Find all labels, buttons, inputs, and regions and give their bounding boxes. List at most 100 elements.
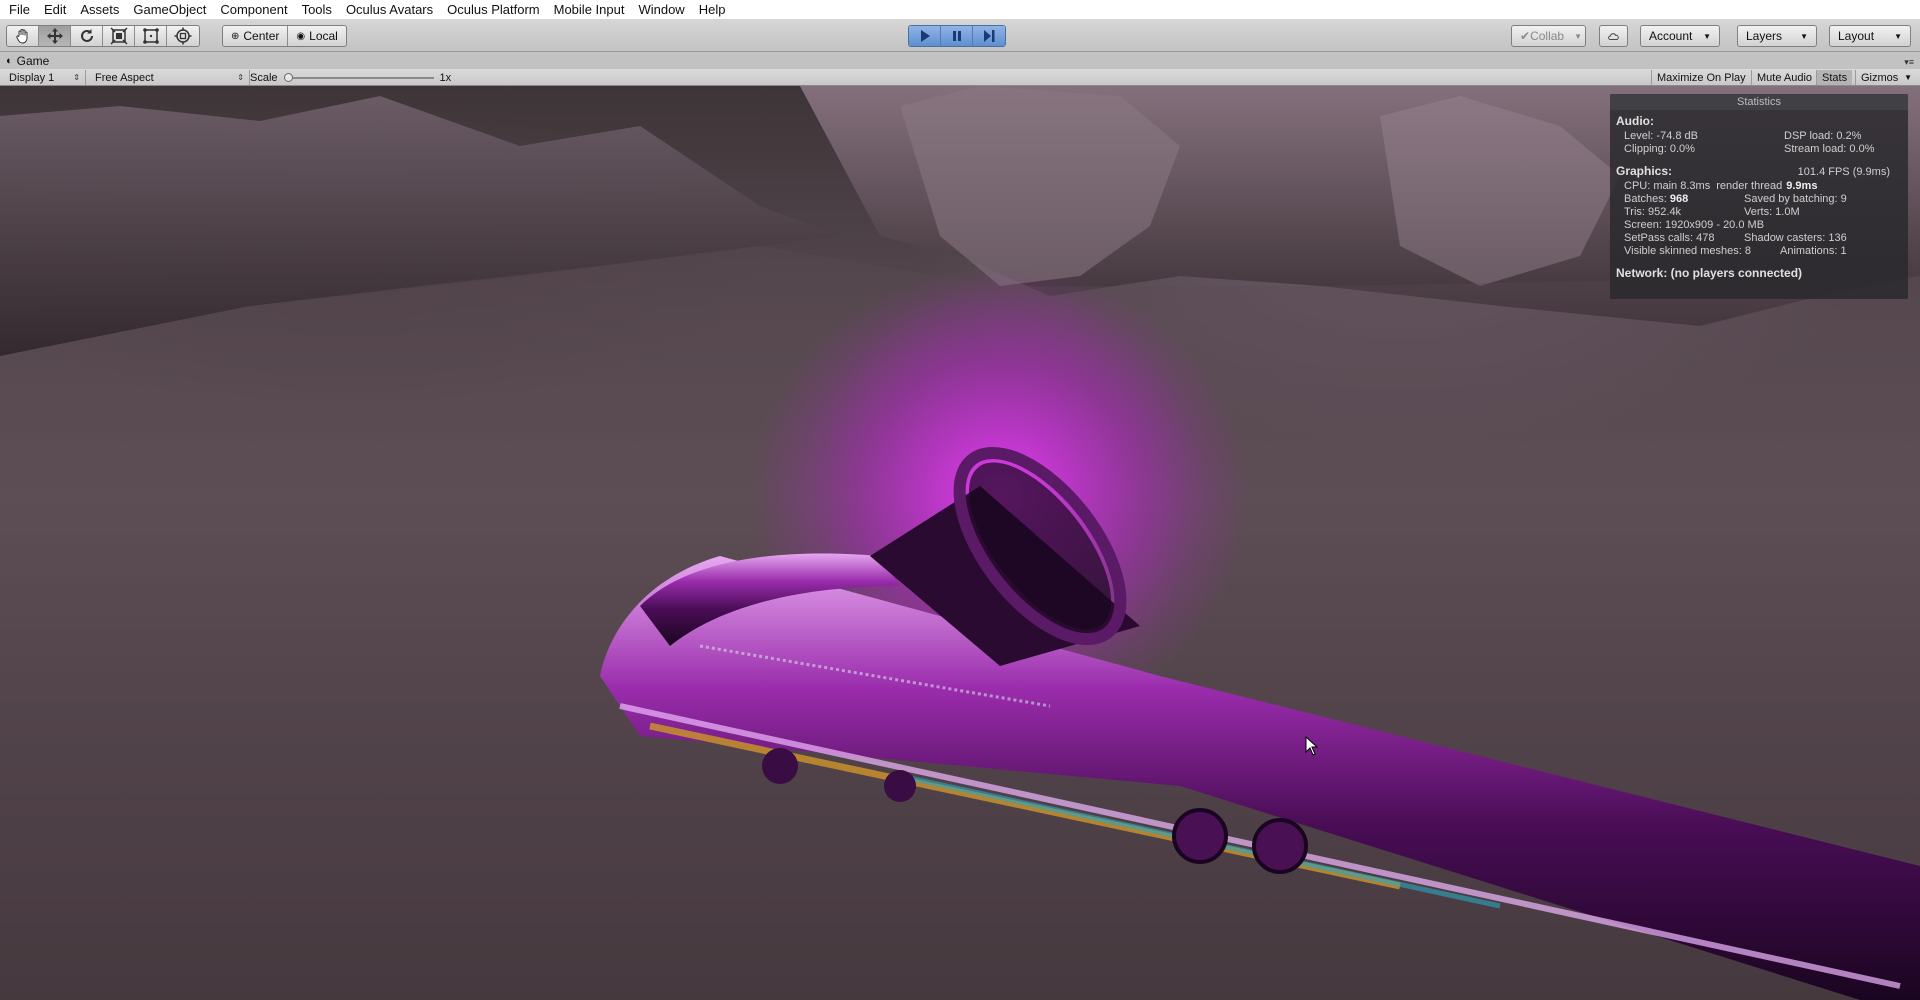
layout-label: Layout: [1838, 29, 1875, 43]
chevron-down-icon: ▼: [1703, 31, 1711, 41]
scale-slider-thumb[interactable]: [283, 72, 293, 82]
play-button[interactable]: [909, 26, 941, 46]
display-label: Display 1: [9, 71, 55, 84]
collab-button[interactable]: ✔ Collab ▼: [1511, 25, 1586, 47]
pivot-toggles: ⊕ Center ◉ Local: [222, 25, 347, 47]
step-icon: [984, 30, 995, 42]
transform-tools: [6, 25, 200, 47]
layers-label: Layers: [1746, 29, 1783, 43]
scale-slider[interactable]: [283, 72, 434, 82]
cpu-main: CPU: main 8.3ms: [1624, 180, 1711, 192]
layout-dropdown[interactable]: Layout ▼: [1829, 25, 1911, 47]
scale-label: Scale: [250, 71, 278, 84]
chevron-updown-icon: ⇕: [73, 73, 80, 82]
chevron-down-icon: ▼: [1894, 31, 1902, 41]
pivot-local-icon: ◉: [296, 30, 306, 42]
pivot-center-label: Center: [243, 29, 280, 43]
menu-item-oculus-platform[interactable]: Oculus Platform: [440, 0, 546, 20]
mute-audio-label: Mute Audio: [1757, 71, 1813, 84]
cloud-icon: [1608, 32, 1619, 40]
menu-item-gameobject[interactable]: GameObject: [126, 0, 213, 20]
pivot-center-icon: ⊕: [231, 30, 240, 42]
account-label: Account: [1649, 29, 1693, 43]
hand-tool-button[interactable]: [7, 26, 39, 46]
statistics-panel: Statistics Audio: Level: -74.8 dB DSP lo…: [1610, 94, 1908, 299]
move-tool-button[interactable]: [39, 26, 71, 46]
tab-game[interactable]: ◐ Game: [6, 53, 49, 69]
play-icon: [920, 30, 930, 42]
menu-item-edit[interactable]: Edit: [37, 0, 73, 20]
menu-item-window[interactable]: Window: [631, 0, 691, 20]
panel-tab-strip: ◐ Game ▾≡: [0, 53, 1920, 69]
render-thread-label: render thread: [1716, 180, 1783, 192]
menu-item-help[interactable]: Help: [692, 0, 733, 20]
rotate-tool-button[interactable]: [71, 26, 103, 46]
maximize-on-play-label: Maximize On Play: [1657, 71, 1746, 84]
audio-clipping: Clipping: 0.0%: [1624, 143, 1695, 155]
pause-icon: [952, 31, 961, 41]
render-thread-value: 9.9ms: [1786, 180, 1818, 192]
menu-item-tools[interactable]: Tools: [295, 0, 339, 20]
dsp-load: DSP load: 0.2%: [1784, 130, 1862, 142]
gizmos-dropdown[interactable]: Gizmos ▼: [1855, 70, 1917, 85]
move-icon: [46, 28, 63, 44]
stats-label: Stats: [1822, 71, 1848, 84]
network-status: Network: (no players connected): [1616, 266, 1803, 280]
pivot-local-label: Local: [309, 29, 338, 43]
cloud-button[interactable]: [1599, 25, 1628, 47]
menu-item-oculus-avatars[interactable]: Oculus Avatars: [339, 0, 440, 20]
rotate-icon: [80, 29, 93, 42]
chevron-down-icon: ▼: [1800, 31, 1808, 41]
stats-toggle[interactable]: Stats: [1816, 70, 1853, 85]
scale-tool-button[interactable]: [103, 26, 135, 46]
game-tab-icon: ◐: [6, 55, 13, 67]
rect-tool-button[interactable]: [135, 26, 167, 46]
chevron-down-icon: ▼: [1904, 73, 1912, 82]
visible-skinned-meshes: Visible skinned meshes: 8: [1624, 245, 1751, 257]
audio-level: Level: -74.8 dB: [1624, 130, 1698, 142]
scale-icon: [109, 27, 128, 45]
game-tab-label: Game: [16, 54, 50, 68]
audio-heading: Audio:: [1616, 114, 1654, 128]
fps-value: 101.4 FPS (9.9ms): [1797, 166, 1890, 178]
menu-bar: File Edit Assets GameObject Component Tools Oc…: [0, 0, 1920, 20]
layers-dropdown[interactable]: Layers ▼: [1737, 25, 1817, 47]
account-dropdown[interactable]: Account ▼: [1640, 25, 1720, 47]
gizmos-label: Gizmos: [1861, 71, 1899, 84]
mute-audio-toggle[interactable]: Mute Audio: [1751, 70, 1817, 85]
pivot-center-button[interactable]: ⊕ Center: [223, 26, 289, 46]
game-view-toolbar: Display 1 ⇕ Free Aspect ⇕ Scale 1x Maxim…: [0, 69, 1920, 86]
scale-value: 1x: [439, 71, 452, 84]
verts-count: Verts: 1.0M: [1744, 206, 1800, 218]
transform-tool-button[interactable]: [167, 26, 199, 46]
shadow-casters: Shadow casters: 136: [1744, 232, 1847, 244]
collab-check-icon: ✔: [1520, 29, 1531, 43]
step-button[interactable]: [973, 26, 1005, 46]
stream-load: Stream load: 0.0%: [1784, 143, 1875, 155]
batches-value: 968: [1669, 193, 1689, 205]
rect-icon: [142, 28, 159, 44]
pause-button[interactable]: [941, 26, 973, 46]
collab-label: Collab: [1530, 29, 1565, 43]
setpass-calls: SetPass calls: 478: [1624, 232, 1715, 244]
animations-count: Animations: 1: [1780, 245, 1847, 257]
mouse-cursor-icon: [1305, 736, 1319, 756]
main-toolbar: ⊕ Center ◉ Local ✔ Collab ▼ Account ▼ La…: [0, 20, 1920, 52]
pivot-local-button[interactable]: ◉ Local: [288, 26, 345, 46]
aspect-label: Free Aspect: [95, 71, 154, 84]
hand-icon: [15, 29, 27, 44]
menu-item-mobile-input[interactable]: Mobile Input: [547, 0, 632, 20]
graphics-heading: Graphics:: [1616, 164, 1673, 178]
tris-count: Tris: 952.4k: [1624, 206, 1682, 218]
menu-item-assets[interactable]: Assets: [73, 0, 126, 20]
transform-icon: [174, 27, 192, 45]
scale-control: Scale 1x: [250, 70, 451, 85]
menu-item-component[interactable]: Component: [213, 0, 294, 20]
screen-info: Screen: 1920x909 - 20.0 MB: [1624, 219, 1765, 231]
saved-by-batching: Saved by batching: 9: [1744, 193, 1847, 205]
aspect-dropdown[interactable]: Free Aspect ⇕: [90, 70, 250, 85]
display-dropdown[interactable]: Display 1 ⇕: [4, 70, 86, 85]
panel-menu-icon[interactable]: ▾≡: [1904, 57, 1914, 68]
maximize-on-play-toggle[interactable]: Maximize On Play: [1651, 70, 1751, 85]
menu-item-file[interactable]: File: [2, 0, 37, 20]
